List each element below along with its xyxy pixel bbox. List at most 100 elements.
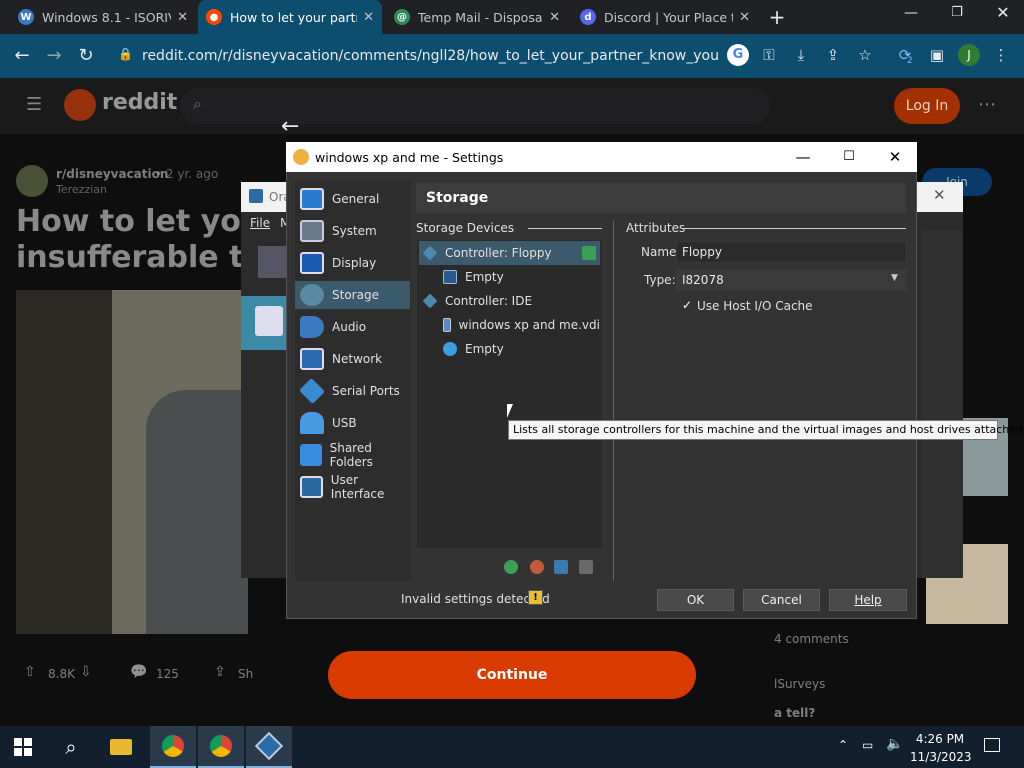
attributes-label: Attributes bbox=[626, 221, 686, 235]
remove-attachment-icon[interactable] bbox=[579, 560, 593, 574]
back-arrow-icon[interactable]: ← bbox=[281, 114, 299, 139]
start-button[interactable] bbox=[0, 726, 46, 768]
profile-avatar[interactable]: J bbox=[958, 44, 980, 66]
warning-icon[interactable]: ! bbox=[528, 590, 543, 605]
add-attachment-icon[interactable] bbox=[554, 560, 568, 574]
share-post-icon[interactable]: ⇪ bbox=[214, 664, 226, 680]
virtualbox-icon bbox=[249, 189, 263, 203]
cancel-button[interactable]: Cancel bbox=[743, 589, 820, 611]
share-label[interactable]: Sh bbox=[238, 667, 253, 681]
search-icon[interactable]: ⌕ bbox=[48, 726, 94, 768]
tab-reddit[interactable]: ● How to let your partne ✕ bbox=[198, 0, 382, 34]
general-icon bbox=[300, 188, 324, 210]
ok-button[interactable]: OK bbox=[657, 589, 734, 611]
reddit-wordmark[interactable]: reddit bbox=[102, 90, 177, 115]
menu-file[interactable]: File bbox=[250, 216, 270, 230]
google-lens-icon[interactable]: G bbox=[727, 44, 749, 66]
close-icon[interactable]: ✕ bbox=[177, 10, 188, 25]
tray-chevron-icon[interactable]: ⌃ bbox=[838, 738, 848, 752]
clock-time[interactable]: 4:26 PM bbox=[912, 732, 968, 746]
tools-icon[interactable] bbox=[258, 246, 286, 278]
tree-item-floppy-controller[interactable]: Controller: Floppy bbox=[419, 241, 600, 265]
forward-icon[interactable]: → bbox=[42, 44, 66, 68]
sidebar-item-system[interactable]: System bbox=[295, 217, 410, 245]
close-icon[interactable]: ✕ bbox=[739, 10, 750, 25]
tab-discord[interactable]: d Discord | Your Place to ✕ bbox=[572, 0, 758, 34]
type-select[interactable]: I82078 bbox=[676, 269, 907, 291]
side-panel-icon[interactable]: ▣ bbox=[926, 44, 948, 66]
key-icon[interactable]: ⚿ bbox=[758, 44, 780, 66]
tab-tempmail[interactable]: @ Temp Mail - Disposab ✕ bbox=[386, 0, 568, 34]
login-button[interactable]: Log In bbox=[894, 88, 960, 124]
upvote-icon[interactable]: ⇧ bbox=[24, 664, 36, 680]
install-icon[interactable]: ⤓ bbox=[790, 44, 812, 66]
minimize-icon[interactable]: — bbox=[780, 142, 826, 172]
sidebar-item-usb[interactable]: USB bbox=[295, 409, 410, 437]
sidebar-item-network[interactable]: Network bbox=[295, 345, 410, 373]
url-field[interactable]: reddit.com/r/disneyvacation/comments/ngl… bbox=[142, 41, 720, 71]
virtualbox-taskbar-icon[interactable] bbox=[246, 726, 292, 768]
help-button[interactable]: Help bbox=[829, 589, 907, 611]
name-field[interactable]: Floppy bbox=[676, 241, 907, 263]
tree-item-vdi[interactable]: windows xp and me.vdi bbox=[443, 313, 600, 337]
tab-windows81[interactable]: W Windows 8.1 - ISORIV ✕ bbox=[10, 0, 196, 34]
subreddit-avatar[interactable] bbox=[16, 165, 48, 197]
chrome-taskbar-icon[interactable] bbox=[150, 726, 196, 768]
hamburger-icon[interactable]: ☰ bbox=[26, 94, 48, 115]
add-floppy-icon[interactable] bbox=[582, 246, 596, 260]
sidebar-item-storage[interactable]: Storage bbox=[295, 281, 410, 309]
bookmark-star-icon[interactable]: ☆ bbox=[854, 44, 876, 66]
close-icon[interactable]: ✕ bbox=[549, 10, 560, 25]
vm-list-item[interactable] bbox=[241, 296, 287, 350]
sidebar-item-shared-folders[interactable]: Shared Folders bbox=[295, 441, 410, 469]
back-icon[interactable]: ← bbox=[10, 44, 34, 68]
file-explorer-icon[interactable] bbox=[98, 726, 144, 768]
downvote-icon[interactable]: ⇩ bbox=[80, 664, 92, 680]
continue-button[interactable]: Continue bbox=[328, 651, 696, 699]
tab-title: Windows 8.1 - ISORIV bbox=[42, 9, 172, 25]
tree-item-ide-controller[interactable]: Controller: IDE bbox=[422, 289, 600, 313]
lock-icon[interactable]: 🔒 bbox=[118, 47, 133, 63]
dialog-title: windows xp and me - Settings bbox=[315, 149, 504, 165]
maximize-icon[interactable]: ☐ bbox=[826, 142, 872, 172]
sidebar-item-display[interactable]: Display bbox=[295, 249, 410, 277]
sidebar-item-general[interactable]: General bbox=[295, 185, 410, 213]
reddit-search[interactable] bbox=[180, 88, 770, 124]
close-icon[interactable]: ✕ bbox=[363, 10, 374, 25]
tree-item-label: Controller: IDE bbox=[445, 294, 533, 308]
clock-date[interactable]: 11/3/2023 bbox=[910, 750, 972, 764]
mouse-cursor-icon bbox=[507, 404, 513, 418]
new-tab-icon[interactable]: + bbox=[766, 5, 788, 29]
extension-badge: 2 bbox=[907, 56, 913, 66]
subreddit-name[interactable]: r/disneyvacation bbox=[56, 167, 168, 181]
chrome-profile-taskbar-icon[interactable] bbox=[198, 726, 244, 768]
sidebar-item-user-interface[interactable]: User Interface bbox=[295, 473, 410, 501]
network-tray-icon[interactable]: ▭ bbox=[862, 738, 873, 752]
close-icon[interactable]: ✕ bbox=[933, 186, 946, 204]
post-author[interactable]: Terezzian bbox=[56, 183, 107, 196]
share-icon[interactable]: ⇪ bbox=[822, 44, 844, 66]
close-window-icon[interactable]: ✕ bbox=[988, 3, 1018, 27]
add-controller-icon[interactable] bbox=[504, 560, 518, 574]
reload-icon[interactable]: ↻ bbox=[74, 44, 98, 68]
minimize-icon[interactable]: — bbox=[896, 5, 926, 25]
notifications-icon[interactable] bbox=[984, 738, 1000, 752]
menu-dots-icon[interactable]: ⋮ bbox=[990, 44, 1012, 66]
tree-item-optical-empty[interactable]: Empty bbox=[443, 337, 600, 361]
sidebar-item-label: Audio bbox=[332, 320, 367, 334]
comment-icon[interactable]: 💬 bbox=[130, 664, 147, 680]
tree-item-floppy-empty[interactable]: Empty bbox=[443, 265, 600, 289]
more-icon[interactable]: ⋯ bbox=[978, 94, 996, 115]
post-image[interactable] bbox=[16, 290, 248, 634]
sidebar-item-audio[interactable]: Audio bbox=[295, 313, 410, 341]
reddit-logo-icon[interactable] bbox=[64, 89, 96, 121]
floppy-disk-icon bbox=[443, 270, 457, 284]
remove-controller-icon[interactable] bbox=[530, 560, 544, 574]
host-io-checkbox[interactable]: ✓ bbox=[680, 298, 694, 312]
panel-splitter[interactable] bbox=[613, 221, 614, 581]
display-icon bbox=[300, 252, 324, 274]
sidebar-item-serial-ports[interactable]: Serial Ports bbox=[295, 377, 410, 405]
volume-muted-icon[interactable]: 🔈 bbox=[886, 736, 903, 752]
restore-icon[interactable]: ❐ bbox=[942, 5, 972, 25]
close-icon[interactable]: ✕ bbox=[872, 142, 918, 172]
